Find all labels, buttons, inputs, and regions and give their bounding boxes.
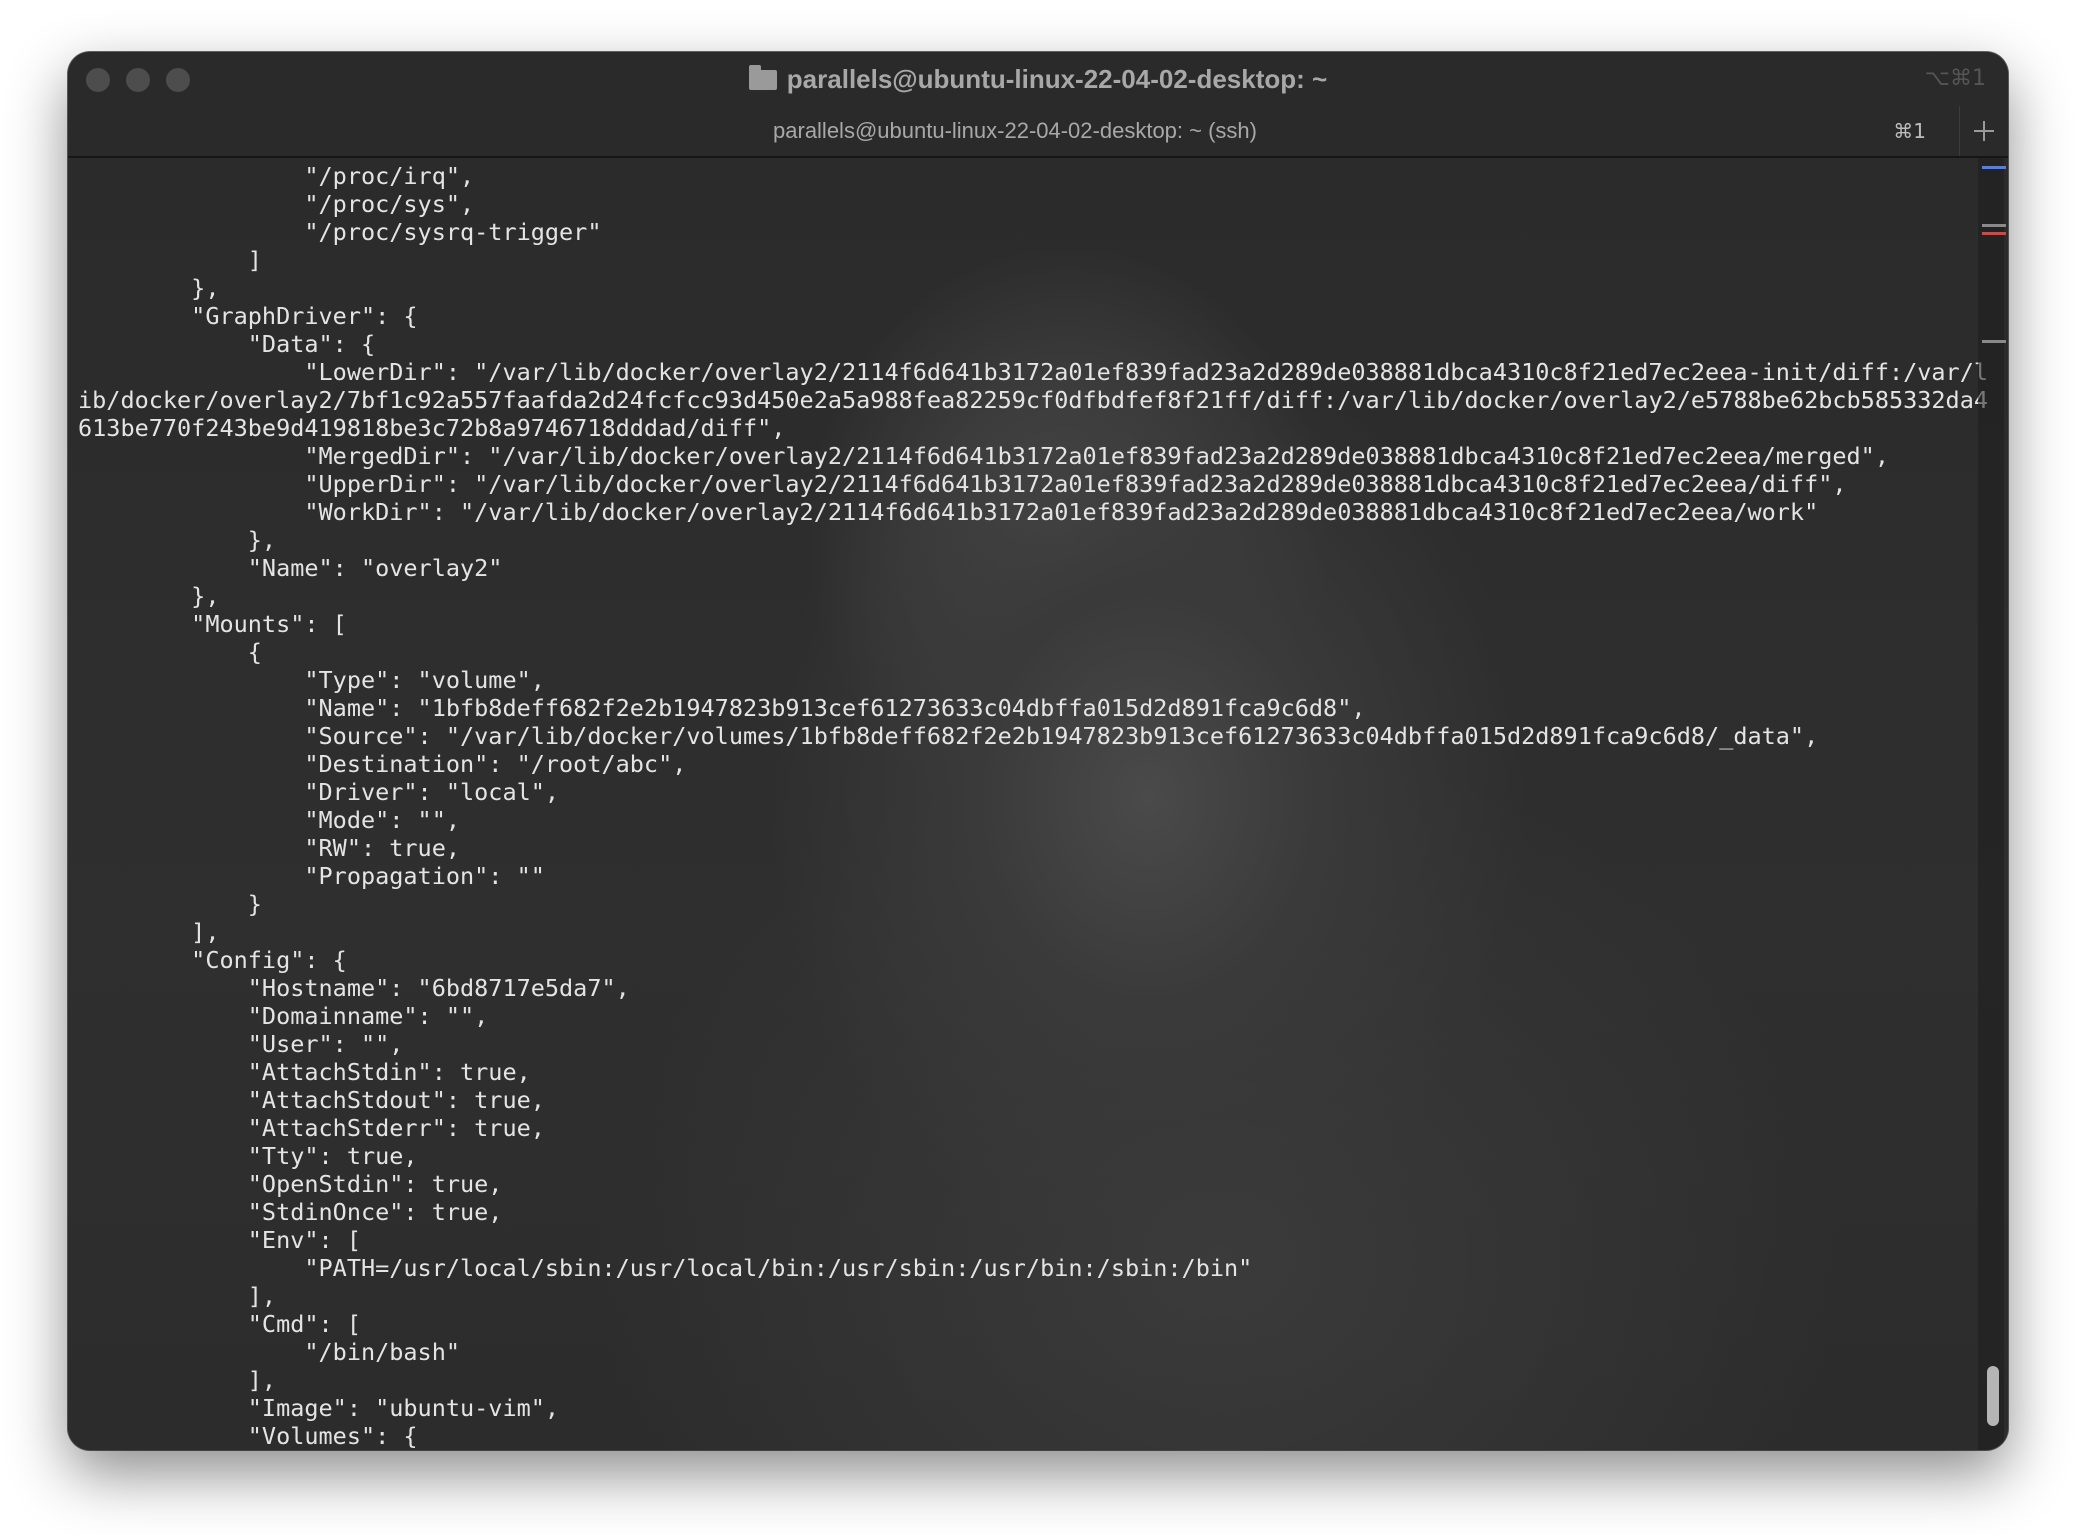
terminal-line: ], — [78, 1366, 277, 1394]
terminal-line: }, — [78, 274, 220, 302]
terminal-line: "Name": "1bfb8deff682f2e2b1947823b913cef… — [78, 694, 1366, 722]
terminal-line: "PATH=/usr/local/sbin:/usr/local/bin:/us… — [78, 1254, 1253, 1282]
terminal-line: "/proc/sys", — [78, 190, 475, 218]
terminal-line: "Image": "ubuntu-vim", — [78, 1394, 560, 1422]
terminal-line: }, — [78, 582, 220, 610]
terminal-line: "Mode": "", — [78, 806, 461, 834]
terminal-line: "Source": "/var/lib/docker/volumes/1bfb8… — [78, 722, 1819, 750]
terminal-line: "Driver": "local", — [78, 778, 560, 806]
terminal-line: } — [78, 890, 262, 918]
scrollbar[interactable] — [1978, 158, 2006, 1450]
scrollbar-mark-red — [1982, 232, 2006, 235]
terminal-line: "Data": { — [78, 330, 376, 358]
terminal-line: ], — [78, 1282, 277, 1310]
tab-bar: parallels@ubuntu-linux-22-04-02-desktop:… — [68, 106, 2008, 158]
terminal-line: "Tty": true, — [78, 1142, 418, 1170]
terminal-line: "Destination": "/root/abc", — [78, 750, 687, 778]
terminal-line: "Config": { — [78, 946, 347, 974]
terminal-line: ] — [78, 246, 262, 274]
terminal-line: "LowerDir": "/var/lib/docker/overlay2/21… — [78, 358, 1989, 386]
folder-icon — [748, 65, 777, 90]
terminal-line: "Name": "overlay2" — [78, 554, 503, 582]
terminal-line: "Mounts": [ — [78, 610, 347, 638]
window-shortcut: ⌥⌘1 — [1924, 66, 1986, 91]
terminal-line: "OpenStdin": true, — [78, 1170, 503, 1198]
terminal-window: parallels@ubuntu-linux-22-04-02-desktop:… — [68, 52, 2008, 1450]
terminal-line: "AttachStdin": true, — [78, 1058, 531, 1086]
terminal-line: "UpperDir": "/var/lib/docker/overlay2/21… — [78, 470, 1847, 498]
scrollbar-mark-gray-2 — [1982, 340, 2006, 343]
terminal-line: "MergedDir": "/var/lib/docker/overlay2/2… — [78, 442, 1889, 470]
terminal-line: "AttachStdout": true, — [78, 1086, 545, 1114]
terminal-line: "User": "", — [78, 1030, 404, 1058]
tab-ssh[interactable]: parallels@ubuntu-linux-22-04-02-desktop:… — [68, 106, 1962, 156]
terminal-line: "Cmd": [ — [78, 1310, 361, 1338]
window-title-text: parallels@ubuntu-linux-22-04-02-desktop:… — [786, 64, 1328, 94]
terminal-line: "AttachStderr": true, — [78, 1114, 545, 1142]
terminal-line: "/proc/sysrq-trigger" — [78, 218, 602, 246]
terminal-content[interactable]: "/proc/irq", "/proc/sys", "/proc/sysrq-t… — [68, 158, 2008, 1450]
tab-shortcut: ⌘1 — [1893, 119, 1926, 143]
scrollbar-thumb[interactable] — [1987, 1366, 1999, 1426]
terminal-line: "Env": [ — [78, 1226, 361, 1254]
terminal-line: ], — [78, 918, 220, 946]
terminal-line: "GraphDriver": { — [78, 302, 418, 330]
terminal-output[interactable]: "/proc/irq", "/proc/sys", "/proc/sysrq-t… — [78, 162, 1989, 1450]
terminal-line: 613be770f243be9d419818be3c72b8a9746718dd… — [78, 414, 786, 442]
terminal-line: "Hostname": "6bd8717e5da7", — [78, 974, 630, 1002]
terminal-line: "WorkDir": "/var/lib/docker/overlay2/211… — [78, 498, 1819, 526]
terminal-line: "Type": "volume", — [78, 666, 545, 694]
terminal-line: "Propagation": "" — [78, 862, 545, 890]
terminal-line: ib/docker/overlay2/7bf1c92a557faafda2d24… — [78, 386, 1989, 414]
scrollbar-mark-gray — [1982, 224, 2006, 227]
terminal-line: "Domainname": "", — [78, 1002, 489, 1030]
terminal-line: }, — [78, 526, 277, 554]
terminal-line: "StdinOnce": true, — [78, 1198, 503, 1226]
plus-icon[interactable] — [1959, 106, 2008, 156]
terminal-line: "/proc/irq", — [78, 162, 475, 190]
terminal-line: "RW": true, — [78, 834, 461, 862]
title-bar[interactable]: parallels@ubuntu-linux-22-04-02-desktop:… — [68, 52, 2008, 106]
window-title: parallels@ubuntu-linux-22-04-02-desktop:… — [68, 52, 2008, 106]
terminal-line: "/bin/bash" — [78, 1338, 461, 1366]
terminal-line: "Volumes": { — [78, 1422, 418, 1450]
terminal-line: { — [78, 638, 262, 666]
scrollbar-mark-blue — [1982, 166, 2006, 169]
